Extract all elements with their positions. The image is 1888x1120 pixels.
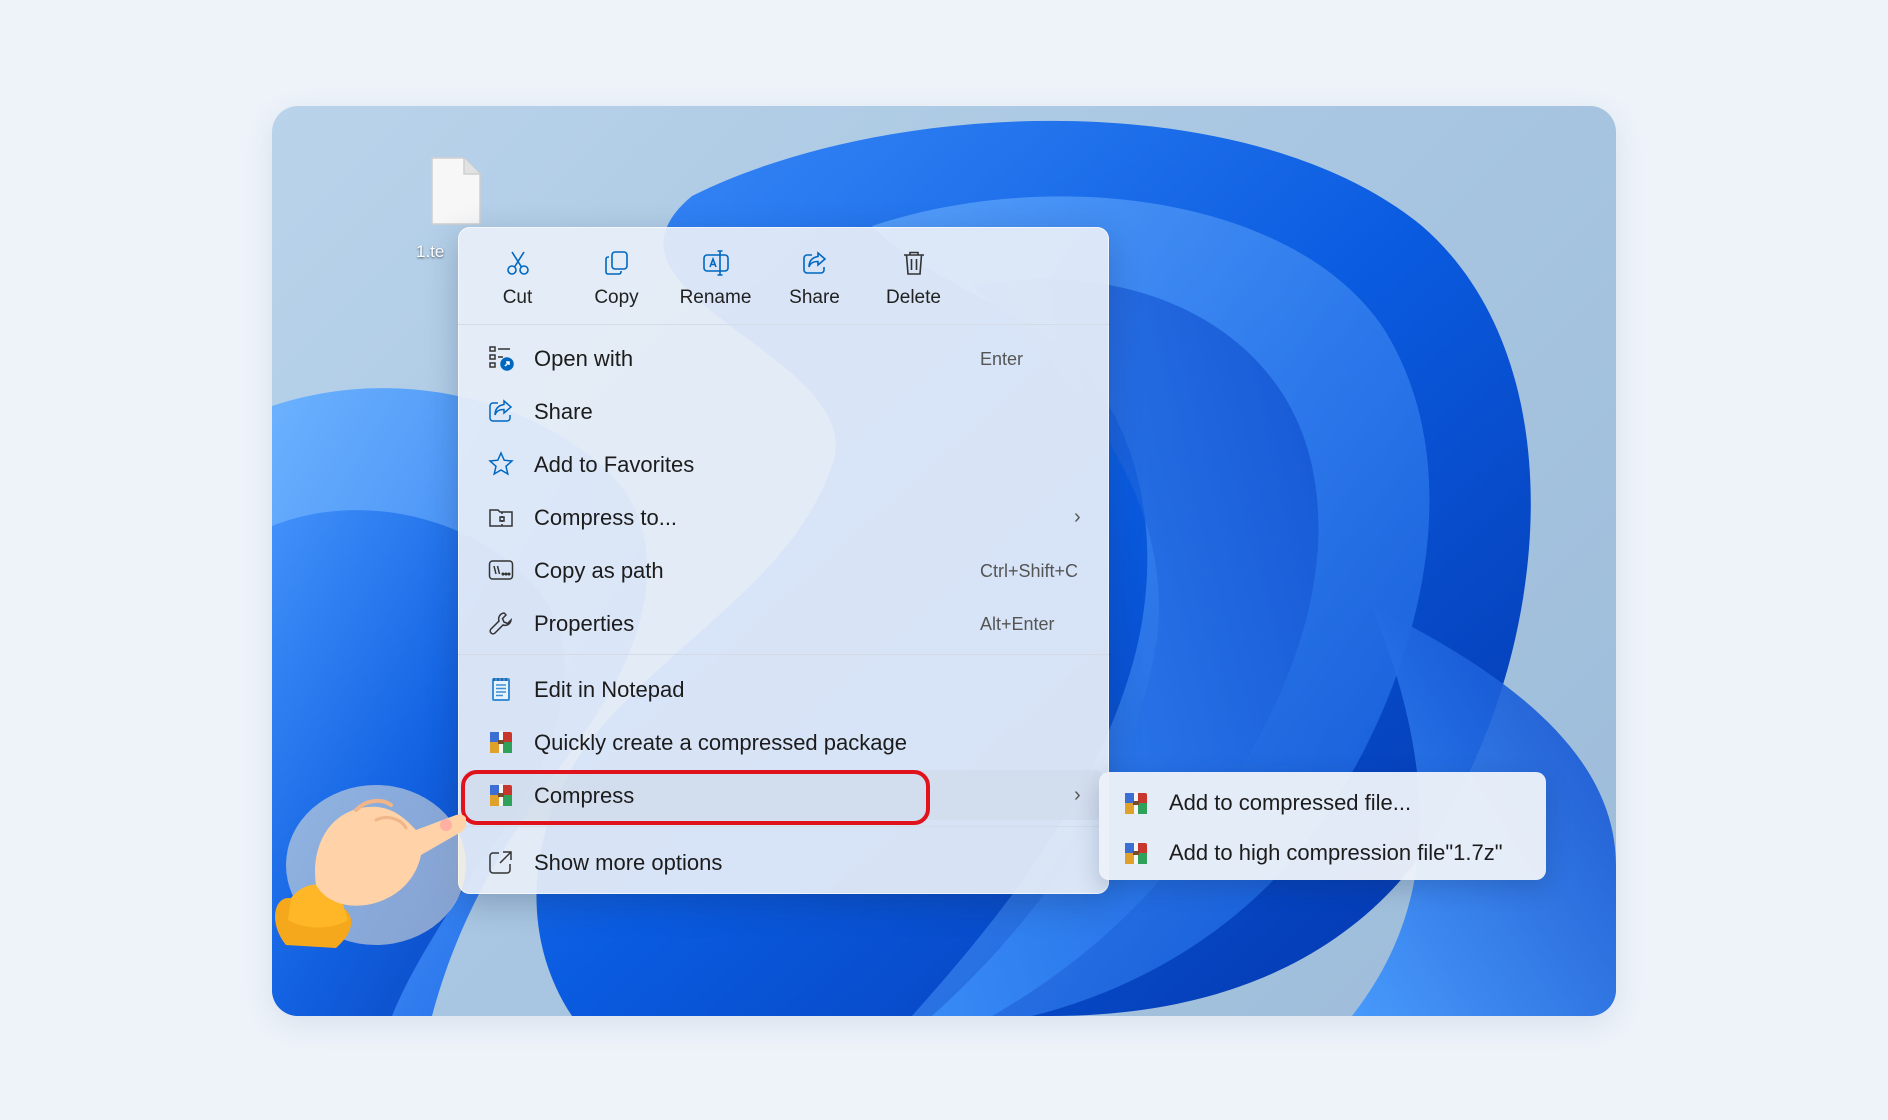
cut-button[interactable]: Cut <box>468 241 567 319</box>
rename-button[interactable]: Rename <box>666 241 765 319</box>
external-options-icon <box>488 849 514 875</box>
menu-item-label: Open with <box>534 346 634 371</box>
menu-item-compress[interactable]: Compress › <box>464 770 1103 820</box>
menu-item-edit-in-notepad[interactable]: Edit in Notepad <box>464 664 1103 714</box>
delete-label: Delete <box>886 287 941 308</box>
submenu-item-label: Add to high compression file"1.7z" <box>1169 840 1503 865</box>
menu-item-compress-to[interactable]: Compress to... › <box>464 492 1103 542</box>
submenu-item-label: Add to compressed file... <box>1169 790 1412 815</box>
menu-item-label: Compress to... <box>534 505 678 530</box>
context-menu: Cut Copy Rename Share Delete Open with E… <box>458 227 1109 894</box>
rename-label: Rename <box>679 287 752 308</box>
delete-button[interactable]: Delete <box>864 241 963 319</box>
archive-app-icon <box>488 729 514 755</box>
desktop-file-label: 1.te <box>416 242 445 261</box>
menu-item-label: Add to Favorites <box>534 452 695 477</box>
copy-label: Copy <box>594 287 639 308</box>
quick-actions-bar: Cut Copy Rename Share Delete <box>468 241 963 319</box>
menu-item-shortcut: Ctrl+Shift+C <box>980 561 1079 581</box>
submenu-item-add-to-compressed-file[interactable]: Add to compressed file... <box>1105 778 1540 826</box>
star-icon <box>488 451 514 477</box>
wrench-icon <box>488 610 514 636</box>
chevron-right-icon: › <box>1074 506 1081 528</box>
desktop-file-icon[interactable]: 1.te <box>416 156 490 261</box>
notepad-icon <box>488 676 514 702</box>
share-button[interactable]: Share <box>765 241 864 319</box>
menu-item-shortcut: Alt+Enter <box>980 614 1055 634</box>
archive-app-icon <box>1123 840 1149 866</box>
copy-path-icon <box>488 557 514 583</box>
open-with-icon <box>488 345 514 371</box>
menu-item-label: Share <box>534 399 593 424</box>
copy-button[interactable]: Copy <box>567 241 666 319</box>
scissors-icon <box>506 251 529 275</box>
cut-label: Cut <box>502 287 533 308</box>
menu-item-label: Quickly create a compressed package <box>534 730 907 755</box>
menu-item-show-more-options[interactable]: Show more options <box>464 837 1103 887</box>
chevron-right-icon: › <box>1074 784 1081 806</box>
menu-item-label: Copy as path <box>534 558 664 583</box>
zip-folder-icon <box>488 504 514 530</box>
archive-app-icon <box>488 782 514 808</box>
archive-app-icon <box>1123 790 1149 816</box>
menu-item-open-with[interactable]: Open with Enter <box>464 333 1103 383</box>
separator <box>458 826 1109 827</box>
menu-item-label: Edit in Notepad <box>534 677 685 702</box>
separator <box>458 654 1109 655</box>
menu-item-add-to-favorites[interactable]: Add to Favorites <box>464 439 1103 489</box>
share-icon <box>488 398 514 424</box>
copy-icon <box>604 251 628 275</box>
menu-item-label: Compress <box>534 783 635 808</box>
compress-submenu: Add to compressed file... Add to high co… <box>1099 772 1546 880</box>
share-icon <box>802 251 826 274</box>
file-icon <box>431 157 481 225</box>
menu-item-label: Show more options <box>534 850 723 875</box>
submenu-item-add-to-high-compression[interactable]: Add to high compression file"1.7z" <box>1105 828 1540 876</box>
separator <box>458 324 1109 325</box>
menu-item-label: Properties <box>534 611 635 636</box>
rename-icon <box>702 250 729 276</box>
menu-item-quick-compressed-package[interactable]: Quickly create a compressed package <box>464 717 1103 767</box>
pointing-hand-illustration <box>275 785 466 948</box>
menu-item-shortcut: Enter <box>980 349 1024 369</box>
menu-item-properties[interactable]: Properties Alt+Enter <box>464 598 1103 648</box>
share-label: Share <box>789 287 840 308</box>
trash-icon <box>903 251 924 275</box>
menu-item-share[interactable]: Share <box>464 386 1103 436</box>
menu-item-copy-as-path[interactable]: Copy as path Ctrl+Shift+C <box>464 545 1103 595</box>
